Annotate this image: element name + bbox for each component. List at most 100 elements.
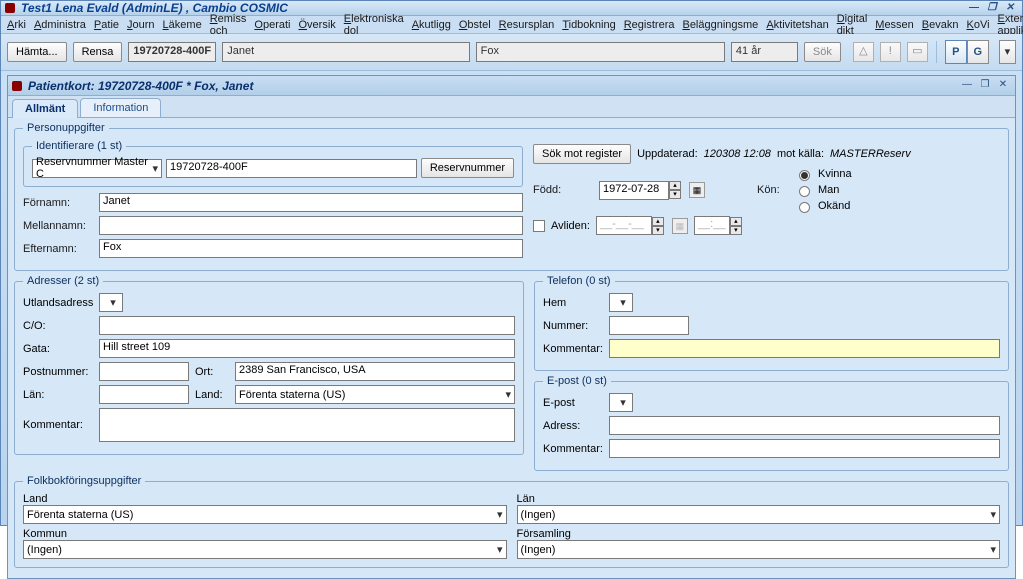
menu-item[interactable]: KoVi [963, 18, 994, 32]
epost-kommentar-input[interactable] [609, 439, 1000, 458]
sub-minimize-button[interactable]: — [959, 79, 975, 92]
folkbok-kommun-select[interactable]: (Ingen) ▾ [23, 540, 507, 559]
folkbok-land-select[interactable]: Förenta staterna (US) ▾ [23, 505, 507, 524]
folkbok-forsamling-select[interactable]: (Ingen) ▾ [517, 540, 1001, 559]
chevron-down-icon[interactable]: ▾ [497, 508, 503, 521]
hem-dropdown[interactable]: ▾ [609, 293, 633, 312]
g-toggle[interactable]: G [967, 40, 989, 64]
avliden-time-input[interactable]: __:__ ▴▾ [694, 216, 742, 235]
lastname-field[interactable]: Fox [476, 42, 725, 62]
mellannamn-input[interactable] [99, 216, 523, 235]
sub-close-button[interactable]: ✕ [995, 79, 1011, 92]
efternamn-input[interactable]: Fox [99, 239, 523, 258]
co-label: C/O: [23, 320, 93, 332]
chevron-down-icon[interactable]: ▾ [620, 296, 626, 309]
pg-toggle: P G [945, 40, 989, 64]
epost-dropdown[interactable]: ▾ [609, 393, 633, 412]
avliden-checkbox[interactable] [533, 220, 545, 232]
kon-radio-man[interactable]: Man [799, 184, 852, 196]
postnummer-input[interactable] [99, 362, 189, 381]
adress-kommentar-input[interactable] [99, 408, 515, 442]
menu-item[interactable]: Arki [3, 18, 30, 32]
avliden-label: Avliden: [551, 220, 590, 232]
menu-item[interactable]: Resursplan [495, 18, 559, 32]
nummer-input[interactable] [609, 316, 689, 335]
menu-item[interactable]: Patie [90, 18, 123, 32]
ort-input[interactable]: 2389 San Francisco, USA [235, 362, 515, 381]
hamta-button[interactable]: Hämta... [7, 42, 67, 62]
avliden-date-input[interactable]: __-__-__ ▴▾ [596, 216, 664, 235]
age-field: 41 år [731, 42, 798, 62]
menu-item[interactable]: Akutligg [408, 18, 455, 32]
spin-down-icon[interactable]: ▾ [652, 226, 664, 235]
fodd-date-value[interactable]: 1972-07-28 [599, 181, 669, 200]
menu-item[interactable]: Bevakn [918, 18, 963, 32]
folkbok-lan-select[interactable]: (Ingen) ▾ [517, 505, 1001, 524]
tab-information[interactable]: Information [80, 98, 161, 117]
radio-icon[interactable] [799, 170, 810, 181]
avliden-date-value[interactable]: __-__-__ [596, 216, 652, 235]
fornamn-input[interactable]: Janet [99, 193, 523, 212]
minimize-button[interactable]: — [966, 2, 982, 15]
spin-up-icon[interactable]: ▴ [669, 181, 681, 190]
menu-item[interactable]: Läkeme [159, 18, 206, 32]
chevron-down-icon[interactable]: ▾ [990, 543, 996, 556]
sok-register-button[interactable]: Sök mot register [533, 144, 631, 164]
land-select[interactable]: Förenta staterna (US) ▾ [235, 385, 515, 404]
patient-card-window: Patientkort: 19720728-400F * Fox, Janet … [7, 75, 1016, 579]
identifier-type-select[interactable]: Reservnummer Master C ▾ [32, 159, 162, 178]
menu-item[interactable]: Registrera [620, 18, 679, 32]
menu-item[interactable]: Översik [294, 18, 339, 32]
chevron-down-icon[interactable]: ▾ [497, 543, 503, 556]
kon-radio-okänd[interactable]: Okänd [799, 200, 852, 212]
menu-item[interactable]: Aktivitetshan [762, 18, 832, 32]
gata-label: Gata: [23, 343, 93, 355]
identifierare-group: Identifierare (1 st) Reservnummer Master… [23, 140, 523, 187]
avliden-time-value[interactable]: __:__ [694, 216, 730, 235]
menu-item[interactable]: Tidbokning [558, 18, 619, 32]
alert-triangle-icon[interactable]: △ [853, 42, 874, 62]
sub-restore-button[interactable]: ❐ [977, 79, 993, 92]
lan-input[interactable] [99, 385, 189, 404]
menu-item[interactable]: Operati [250, 18, 294, 32]
toolbar: Hämta... Rensa 19720728-400F Janet Fox 4… [1, 34, 1022, 71]
tab-allmant[interactable]: Allmänt [12, 99, 78, 118]
spin-up-icon[interactable]: ▴ [652, 217, 664, 226]
subwindow-titlebar: Patientkort: 19720728-400F * Fox, Janet … [8, 76, 1015, 96]
menubar: ArkiAdministraPatieJournLäkemeRemiss och… [1, 16, 1022, 34]
rensa-button[interactable]: Rensa [73, 42, 123, 62]
telefon-kommentar-input[interactable] [609, 339, 1000, 358]
utlandsadress-dropdown[interactable]: ▾ [99, 293, 123, 312]
menu-item[interactable]: Obstel [455, 18, 495, 32]
gata-input[interactable]: Hill street 109 [99, 339, 515, 358]
kon-radio-group: Kvinna Man Okänd [799, 168, 852, 212]
chevron-down-icon[interactable]: ▾ [620, 396, 626, 409]
pnr-field[interactable]: 19720728-400F [128, 42, 216, 62]
menu-item[interactable]: Beläggningsme [678, 18, 762, 32]
spin-down-icon[interactable]: ▾ [669, 190, 681, 199]
co-input[interactable] [99, 316, 515, 335]
menu-item[interactable]: Journ [123, 18, 159, 32]
chevron-down-icon[interactable]: ▾ [110, 296, 116, 309]
p-toggle[interactable]: P [945, 40, 967, 64]
radio-icon[interactable] [799, 186, 810, 197]
fodd-date-input[interactable]: 1972-07-28 ▴▾ [599, 181, 681, 200]
reservnummer-button[interactable]: Reservnummer [421, 158, 514, 178]
chevron-down-icon[interactable]: ▾ [990, 508, 996, 521]
menu-item[interactable]: Administra [30, 18, 90, 32]
note-icon[interactable]: ▭ [907, 42, 928, 62]
calendar-icon[interactable]: ▦ [689, 182, 705, 198]
identifier-number-field[interactable]: 19720728-400F [166, 159, 417, 178]
spin-down-icon[interactable]: ▾ [730, 226, 742, 235]
kon-radio-kvinna[interactable]: Kvinna [799, 168, 852, 180]
sok-button[interactable]: Sök [804, 42, 841, 62]
epost-adress-input[interactable] [609, 416, 1000, 435]
radio-icon[interactable] [799, 202, 810, 213]
firstname-field[interactable]: Janet [222, 42, 469, 62]
chevron-down-icon[interactable]: ▾ [505, 388, 511, 401]
toolbar-dropdown-icon[interactable]: ▾ [999, 40, 1016, 64]
spin-up-icon[interactable]: ▴ [730, 217, 742, 226]
warning-icon[interactable]: ! [880, 42, 901, 62]
chevron-down-icon[interactable]: ▾ [152, 162, 158, 175]
menu-item[interactable]: Messen [871, 18, 918, 32]
